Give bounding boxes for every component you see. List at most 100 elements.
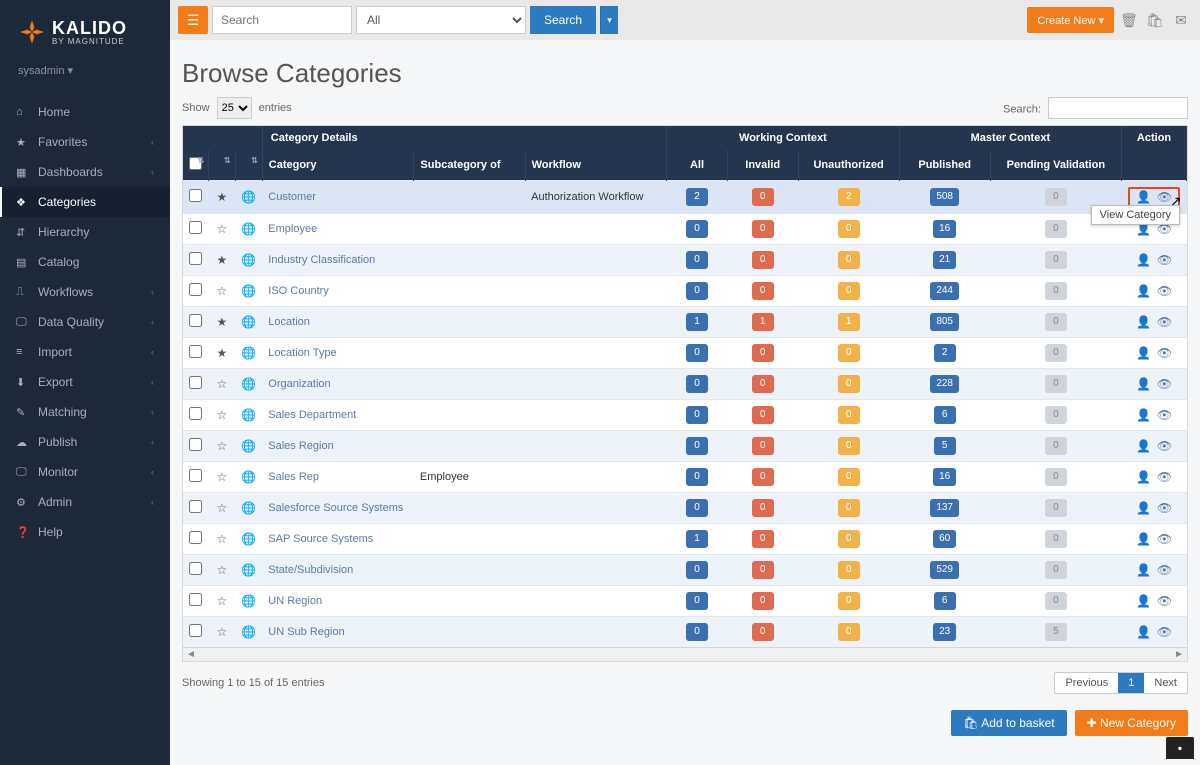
menu-toggle-button[interactable]: ☰ xyxy=(178,6,208,34)
add-to-basket-button[interactable]: 🛍 Add to basket xyxy=(951,710,1066,736)
all-badge[interactable]: 0 xyxy=(686,561,708,579)
favorite-toggle[interactable]: ★ xyxy=(209,338,235,369)
table-row[interactable]: ★🌐CustomerAuthorization Workflow2025080👤… xyxy=(183,181,1187,214)
pending-badge[interactable]: 0 xyxy=(1045,406,1067,424)
col-checkbox[interactable]: ⇅ xyxy=(183,150,209,181)
search-input[interactable] xyxy=(212,6,352,34)
sidebar-item-categories[interactable]: ❖Categories xyxy=(0,187,170,217)
search-filter-select[interactable]: All xyxy=(356,6,526,34)
table-row[interactable]: ☆🌐Employee000160👤👁 xyxy=(183,214,1187,245)
user-icon[interactable]: 👤 xyxy=(1136,284,1151,298)
invalid-badge[interactable]: 0 xyxy=(752,561,774,579)
basket-icon[interactable]: 🛍 xyxy=(1144,12,1166,29)
table-row[interactable]: ☆🌐State/Subdivision0005290👤👁 xyxy=(183,555,1187,586)
unauthorized-badge[interactable]: 1 xyxy=(838,313,860,331)
pending-badge[interactable]: 0 xyxy=(1045,499,1067,517)
row-checkbox[interactable] xyxy=(189,221,202,234)
user-icon[interactable]: 👤 xyxy=(1136,439,1151,453)
pending-badge[interactable]: 0 xyxy=(1045,344,1067,362)
row-checkbox[interactable] xyxy=(189,531,202,544)
favorite-toggle[interactable]: ☆ xyxy=(209,617,235,648)
table-row[interactable]: ☆🌐ISO Country0002440👤👁 xyxy=(183,276,1187,307)
user-icon[interactable]: 👤 xyxy=(1136,253,1151,267)
unauthorized-badge[interactable]: 0 xyxy=(838,282,860,300)
table-row[interactable]: ☆🌐Sales Department00060👤👁 xyxy=(183,400,1187,431)
favorite-toggle[interactable]: ☆ xyxy=(209,431,235,462)
table-row[interactable]: ★🌐Industry Classification000210👤👁 xyxy=(183,245,1187,276)
all-badge[interactable]: 0 xyxy=(686,375,708,393)
sidebar-item-publish[interactable]: ☁Publish‹ xyxy=(0,427,170,457)
sidebar-item-export[interactable]: ⬇Export‹ xyxy=(0,367,170,397)
table-row[interactable]: ☆🌐Salesforce Source Systems0001370👤👁 xyxy=(183,493,1187,524)
user-icon[interactable]: 👤 xyxy=(1136,377,1151,391)
mail-icon[interactable]: ✉ xyxy=(1170,12,1192,29)
trash-icon[interactable]: 🗑 xyxy=(1118,12,1140,29)
row-checkbox[interactable] xyxy=(189,469,202,482)
row-checkbox[interactable] xyxy=(189,376,202,389)
user-icon[interactable]: 👤 xyxy=(1136,190,1151,204)
prev-page-button[interactable]: Previous xyxy=(1055,673,1118,693)
unauthorized-badge[interactable]: 0 xyxy=(838,437,860,455)
invalid-badge[interactable]: 0 xyxy=(752,499,774,517)
table-row[interactable]: ★🌐Location Type00020👤👁 xyxy=(183,338,1187,369)
table-row[interactable]: ☆🌐Sales RepEmployee000160👤👁 xyxy=(183,462,1187,493)
view-icon[interactable]: 👁 xyxy=(1157,190,1172,204)
pending-badge[interactable]: 0 xyxy=(1045,375,1067,393)
pending-badge[interactable]: 0 xyxy=(1045,468,1067,486)
row-checkbox[interactable] xyxy=(189,407,202,420)
user-icon[interactable]: 👤 xyxy=(1136,532,1151,546)
create-new-button[interactable]: Create New ▾ xyxy=(1027,7,1114,33)
invalid-badge[interactable]: 0 xyxy=(752,282,774,300)
sidebar-item-monitor[interactable]: 🖵Monitor‹ xyxy=(0,457,170,487)
row-checkbox[interactable] xyxy=(189,438,202,451)
category-link[interactable]: Sales Rep xyxy=(268,471,319,483)
user-icon[interactable]: 👤 xyxy=(1136,315,1151,329)
view-icon[interactable]: 👁 xyxy=(1157,253,1172,267)
row-checkbox[interactable] xyxy=(189,593,202,606)
user-icon[interactable]: 👤 xyxy=(1136,594,1151,608)
unauthorized-badge[interactable]: 0 xyxy=(838,592,860,610)
table-row[interactable]: ☆🌐Sales Region00050👤👁 xyxy=(183,431,1187,462)
unauthorized-badge[interactable]: 0 xyxy=(838,251,860,269)
table-row[interactable]: ☆🌐SAP Source Systems100600👤👁 xyxy=(183,524,1187,555)
category-link[interactable]: UN Region xyxy=(268,595,322,607)
unauthorized-badge[interactable]: 0 xyxy=(838,530,860,548)
pending-badge[interactable]: 0 xyxy=(1045,561,1067,579)
all-badge[interactable]: 1 xyxy=(686,313,708,331)
pending-badge[interactable]: 0 xyxy=(1045,437,1067,455)
category-link[interactable]: Customer xyxy=(268,191,316,203)
pending-badge[interactable]: 0 xyxy=(1045,530,1067,548)
all-badge[interactable]: 0 xyxy=(686,406,708,424)
user-icon[interactable]: 👤 xyxy=(1136,501,1151,515)
sidebar-item-catalog[interactable]: ▤Catalog xyxy=(0,247,170,277)
unauthorized-badge[interactable]: 0 xyxy=(838,220,860,238)
category-link[interactable]: SAP Source Systems xyxy=(268,533,373,545)
row-checkbox[interactable] xyxy=(189,252,202,265)
next-page-button[interactable]: Next xyxy=(1144,673,1187,693)
user-icon[interactable]: 👤 xyxy=(1136,346,1151,360)
published-badge[interactable]: 6 xyxy=(934,592,956,610)
view-icon[interactable]: 👁 xyxy=(1157,563,1172,577)
pending-badge[interactable]: 0 xyxy=(1045,188,1067,206)
favorite-toggle[interactable]: ☆ xyxy=(209,586,235,617)
all-badge[interactable]: 0 xyxy=(686,282,708,300)
table-row[interactable]: ☆🌐UN Sub Region000235👤👁 xyxy=(183,617,1187,648)
sidebar-item-matching[interactable]: ✎Matching‹ xyxy=(0,397,170,427)
view-icon[interactable]: 👁 xyxy=(1157,439,1172,453)
view-icon[interactable]: 👁 xyxy=(1157,408,1172,422)
view-icon[interactable]: 👁 xyxy=(1157,284,1172,298)
invalid-badge[interactable]: 0 xyxy=(752,623,774,641)
all-badge[interactable]: 1 xyxy=(686,530,708,548)
view-icon[interactable]: 👁 xyxy=(1157,594,1172,608)
user-icon[interactable]: 👤 xyxy=(1136,408,1151,422)
published-badge[interactable]: 6 xyxy=(934,406,956,424)
sidebar-item-workflows[interactable]: ⎍Workflows‹ xyxy=(0,277,170,307)
category-link[interactable]: Salesforce Source Systems xyxy=(268,502,403,514)
table-row[interactable]: ☆🌐Organization0002280👤👁 xyxy=(183,369,1187,400)
invalid-badge[interactable]: 0 xyxy=(752,251,774,269)
invalid-badge[interactable]: 0 xyxy=(752,437,774,455)
scroll-right-button[interactable]: ► xyxy=(1171,649,1187,660)
col-invalid[interactable]: Invalid xyxy=(727,150,798,181)
published-badge[interactable]: 228 xyxy=(930,375,959,393)
user-icon[interactable]: 👤 xyxy=(1136,625,1151,639)
